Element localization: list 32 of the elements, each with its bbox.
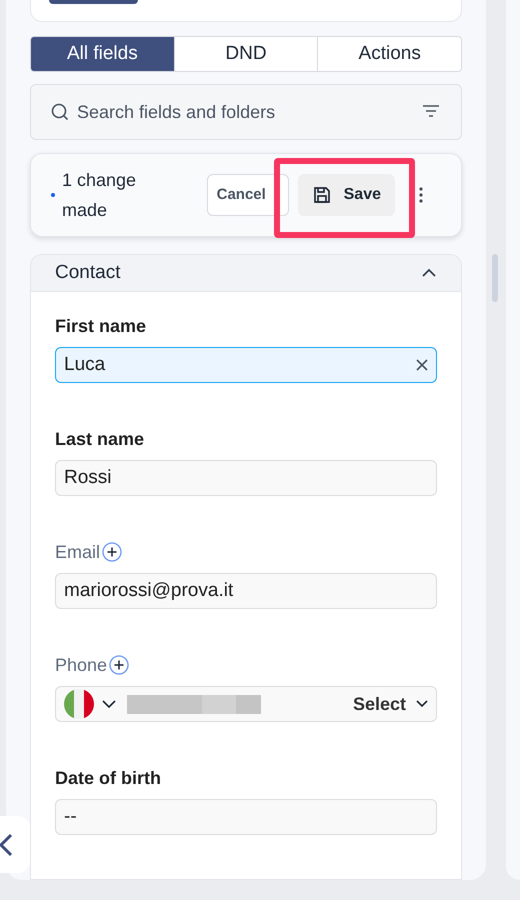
flag-icon	[64, 689, 94, 719]
field-label: First name	[55, 314, 146, 338]
caret-icon	[416, 700, 428, 708]
save-button[interactable]: Save	[298, 174, 395, 216]
cancel-button[interactable]: Cancel	[206, 174, 289, 216]
scrollbar-thumb[interactable]	[492, 254, 498, 302]
tab[interactable]: Actions	[317, 37, 461, 71]
section-header[interactable]: Contact	[31, 255, 461, 292]
add-icon[interactable]	[109, 655, 130, 675]
change-message: 1 change made	[62, 169, 138, 222]
chevron-up-icon[interactable]	[421, 268, 437, 278]
caret-icon[interactable]	[102, 700, 116, 708]
more-icon[interactable]	[419, 186, 423, 204]
input-field[interactable]: mariorossi@prova.it	[55, 573, 437, 609]
field-label: Last name	[55, 428, 144, 450]
type-select[interactable]: Select	[352, 690, 428, 718]
input-field[interactable]: Rossi	[55, 460, 437, 496]
field-label: Phone	[55, 654, 108, 676]
back-button[interactable]	[0, 816, 30, 873]
clear-icon[interactable]	[416, 359, 428, 371]
search-icon	[51, 103, 69, 121]
tab[interactable]: All fields	[31, 37, 174, 71]
search-field[interactable]: Search fields and folders	[30, 84, 462, 140]
input-field[interactable]: --	[55, 799, 437, 835]
chevron-left-icon	[0, 832, 12, 856]
field-label: Email	[55, 540, 100, 564]
filter-icon[interactable]	[422, 104, 440, 118]
field-label: Date of birth	[55, 766, 161, 790]
top-button[interactable]	[49, 0, 138, 4]
add-icon[interactable]	[102, 542, 122, 562]
input-field[interactable]: Luca	[55, 347, 437, 383]
phone-field[interactable]: Select	[55, 686, 437, 722]
